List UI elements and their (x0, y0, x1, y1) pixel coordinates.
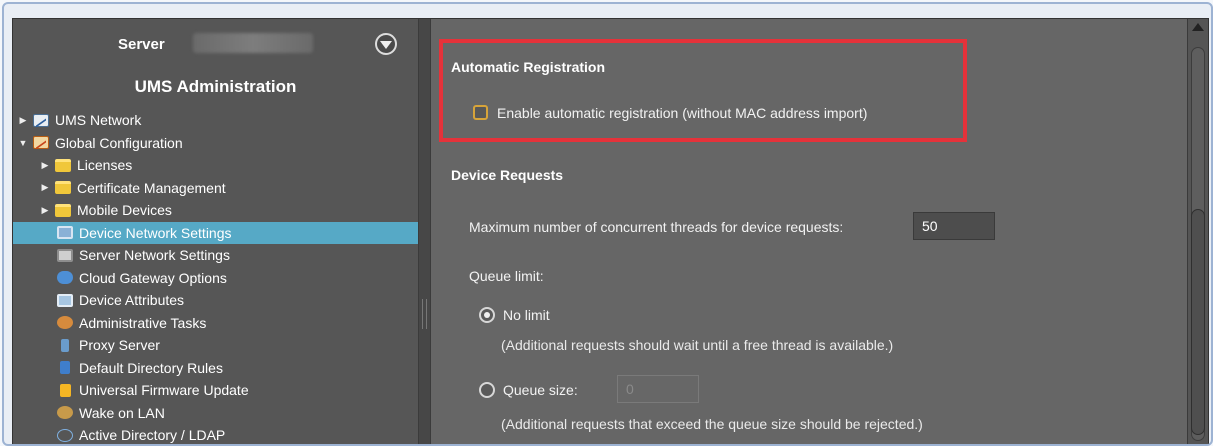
tree-item-label: Wake on LAN (79, 404, 165, 421)
cloud-icon (57, 271, 73, 285)
highlight-annotation (439, 39, 967, 142)
queue-limit-label: Queue limit: (469, 268, 544, 284)
tree-item-device-network-settings[interactable]: Device Network Settings (13, 221, 418, 244)
expand-arrow-icon[interactable]: ▶ (39, 160, 51, 171)
tree-item-device-attributes[interactable]: Device Attributes (13, 289, 418, 312)
server-label: Server (118, 36, 165, 53)
proxy-icon (61, 338, 69, 352)
firmware-icon (60, 383, 71, 397)
folder-icon (55, 181, 71, 195)
tree-item-ums-network[interactable]: ▶ UMS Network (13, 109, 418, 132)
enable-automatic-registration-label[interactable]: Enable automatic registration (without M… (497, 105, 867, 121)
vertical-scrollbar[interactable] (1187, 19, 1208, 444)
tree-item-global-configuration[interactable]: ▼ Global Configuration (13, 132, 418, 155)
queue-size-label[interactable]: Queue size: (503, 382, 578, 398)
navigation-panel: Server UMS Administration ▶ UMS Network … (13, 19, 419, 444)
ums-administration-title: UMS Administration (134, 77, 297, 96)
tree-item-label: Device Network Settings (79, 224, 232, 241)
max-threads-input[interactable] (913, 212, 995, 240)
global-configuration-icon (33, 136, 49, 150)
tree-item-cloud-gateway-options[interactable]: Cloud Gateway Options (13, 267, 418, 290)
server-address-redacted (193, 33, 313, 53)
tree-item-label: Mobile Devices (77, 202, 172, 219)
no-limit-note: (Additional requests should wait until a… (501, 337, 894, 353)
tree-item-label: Server Network Settings (79, 247, 230, 264)
tree-item-default-directory-rules[interactable]: Default Directory Rules (13, 357, 418, 380)
folder-icon (55, 158, 71, 172)
automatic-registration-heading: Automatic Registration (451, 59, 606, 75)
tree-item-label: Default Directory Rules (79, 359, 223, 376)
tree-item-label: Device Attributes (79, 292, 185, 309)
collapse-arrow-icon[interactable]: ▼ (17, 138, 29, 148)
monitor-icon (57, 226, 73, 240)
tree-item-licenses[interactable]: ▶ Licenses (13, 154, 418, 177)
tree-item-label: UMS Network (55, 112, 142, 129)
server-header: Server UMS Administration (13, 19, 418, 103)
tree-item-label: Administrative Tasks (79, 314, 207, 331)
ums-network-icon (33, 113, 49, 127)
settings-panel: Automatic Registration Enable automatic … (431, 19, 1188, 444)
ldap-icon (57, 428, 73, 442)
tree-item-active-directory-ldap[interactable]: Active Directory / LDAP (13, 424, 418, 444)
folder-icon (55, 203, 71, 217)
expand-arrow-icon[interactable]: ▶ (17, 115, 29, 126)
tree-item-label: Licenses (77, 157, 133, 174)
panel-splitter[interactable] (418, 19, 431, 444)
attributes-icon (57, 293, 73, 307)
enable-automatic-registration-checkbox[interactable] (473, 105, 488, 120)
expand-arrow-icon[interactable]: ▶ (39, 205, 51, 216)
max-threads-label: Maximum number of concurrent threads for… (469, 219, 844, 235)
collapse-header-button[interactable] (375, 33, 397, 55)
device-requests-heading: Device Requests (451, 167, 564, 183)
no-limit-label[interactable]: No limit (503, 307, 550, 323)
scroll-up-arrow-icon[interactable] (1192, 23, 1204, 31)
window-frame: Server UMS Administration ▶ UMS Network … (2, 2, 1213, 446)
no-limit-radio[interactable] (479, 307, 495, 323)
queue-size-radio[interactable] (479, 382, 495, 398)
task-icon (57, 316, 73, 330)
tree-item-label: Certificate Management (77, 179, 226, 196)
tree-item-administrative-tasks[interactable]: Administrative Tasks (13, 312, 418, 335)
server-icon (57, 248, 73, 262)
tree-item-certificate-management[interactable]: ▶ Certificate Management (13, 177, 418, 200)
scroll-thumb[interactable] (1191, 209, 1205, 435)
rules-icon (60, 361, 70, 375)
tree-item-label: Proxy Server (79, 337, 160, 354)
tree-item-wake-on-lan[interactable]: Wake on LAN (13, 402, 418, 425)
tree-item-mobile-devices[interactable]: ▶ Mobile Devices (13, 199, 418, 222)
tree-item-proxy-server[interactable]: Proxy Server (13, 334, 418, 357)
wake-on-lan-icon (57, 406, 73, 420)
queue-size-note: (Additional requests that exceed the que… (501, 416, 923, 432)
splitter-grip[interactable] (422, 299, 427, 329)
configuration-tree: ▶ UMS Network ▼ Global Configuration ▶ L… (13, 109, 418, 444)
expand-arrow-icon[interactable]: ▶ (39, 182, 51, 193)
tree-item-label: Universal Firmware Update (79, 382, 249, 399)
tree-item-server-network-settings[interactable]: Server Network Settings (13, 244, 418, 267)
tree-item-universal-firmware-update[interactable]: Universal Firmware Update (13, 379, 418, 402)
tree-item-label: Cloud Gateway Options (79, 269, 227, 286)
tree-item-label: Global Configuration (55, 134, 183, 151)
chevron-down-icon (380, 41, 392, 49)
queue-size-input[interactable] (617, 375, 699, 403)
ums-console: Server UMS Administration ▶ UMS Network … (12, 18, 1209, 444)
tree-item-label: Active Directory / LDAP (79, 427, 226, 444)
